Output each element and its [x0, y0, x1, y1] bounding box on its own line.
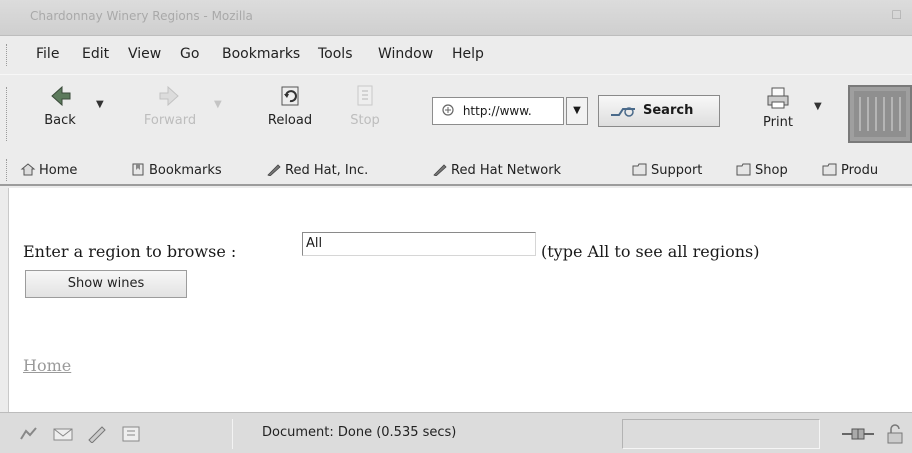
print-button[interactable]: Print — [748, 85, 808, 130]
title-bar: Chardonnay Winery Regions - Mozilla ☐ — [0, 0, 912, 36]
search-label: Search — [643, 103, 694, 118]
stop-button[interactable]: Stop — [340, 83, 390, 128]
menu-help[interactable]: Help — [452, 46, 484, 62]
throbber-logo[interactable] — [848, 85, 912, 143]
back-button[interactable]: Back — [30, 83, 90, 128]
print-label: Print — [763, 115, 793, 130]
folder-icon — [632, 163, 647, 176]
toolbar-grip[interactable] — [6, 159, 9, 181]
online-status-icon[interactable] — [840, 425, 876, 443]
stop-label: Stop — [350, 113, 380, 128]
personal-item-redhat-network[interactable]: Red Hat Network — [432, 162, 561, 178]
url-field[interactable]: http://www. — [432, 97, 564, 125]
personal-toolbar: Home Bookmarks Red Hat, Inc. Red Hat Net… — [0, 154, 912, 186]
security-lock-icon[interactable] — [884, 423, 906, 445]
mozilla-logo-icon — [854, 91, 906, 137]
print-dropdown-icon[interactable]: ▼ — [814, 101, 822, 112]
region-hint: (type All to see all regions) — [541, 242, 760, 261]
window-title: Chardonnay Winery Regions - Mozilla — [30, 9, 253, 23]
personal-item-label: Produ — [841, 163, 879, 178]
menu-tools[interactable]: Tools — [318, 46, 353, 62]
page-content: Enter a region to browse : All (type All… — [8, 188, 912, 412]
menu-go[interactable]: Go — [180, 46, 199, 62]
personal-item-shop[interactable]: Shop — [736, 162, 788, 178]
page-proxy-icon — [442, 104, 454, 116]
forward-dropdown-icon[interactable]: ▼ — [214, 99, 222, 110]
progress-meter — [622, 419, 820, 449]
status-bar: Document: Done (0.535 secs) — [0, 412, 912, 453]
window-controls-icon[interactable]: ☐ — [891, 8, 902, 22]
personal-item-home[interactable]: Home — [20, 162, 77, 178]
menu-window[interactable]: Window — [378, 46, 433, 62]
link-icon — [433, 164, 447, 176]
home-icon — [20, 163, 36, 176]
toolbar-grip[interactable] — [6, 87, 9, 141]
menu-file[interactable]: File — [36, 46, 59, 62]
composer-icon[interactable] — [86, 425, 108, 443]
show-wines-button[interactable]: Show wines — [25, 270, 187, 298]
reload-label: Reload — [267, 113, 313, 128]
browser-window: Chardonnay Winery Regions - Mozilla ☐ Fi… — [0, 0, 912, 453]
reload-icon — [281, 86, 299, 106]
url-dropdown-icon[interactable]: ▼ — [566, 97, 588, 125]
personal-item-bookmarks[interactable]: Bookmarks — [130, 162, 222, 178]
status-divider — [232, 419, 233, 449]
personal-item-label: Bookmarks — [149, 163, 222, 178]
region-input[interactable]: All — [302, 232, 536, 256]
back-dropdown-icon[interactable]: ▼ — [96, 99, 104, 110]
personal-item-redhat[interactable]: Red Hat, Inc. — [266, 162, 368, 178]
link-icon — [267, 164, 281, 176]
search-button[interactable]: Search — [598, 95, 720, 127]
back-label: Back — [44, 113, 76, 128]
folder-icon — [736, 163, 751, 176]
mail-icon[interactable] — [52, 425, 74, 443]
home-link[interactable]: Home — [23, 356, 71, 375]
forward-label: Forward — [143, 113, 197, 128]
address-book-icon[interactable] — [120, 425, 142, 443]
reload-button[interactable]: Reload — [250, 83, 330, 128]
menu-edit[interactable]: Edit — [82, 46, 109, 62]
stop-icon — [357, 85, 373, 106]
toolbar-grip[interactable] — [6, 44, 9, 66]
forward-arrow-icon — [159, 85, 179, 107]
personal-item-label: Red Hat Network — [451, 163, 562, 178]
region-prompt: Enter a region to browse : — [23, 242, 237, 261]
menu-view[interactable]: View — [128, 46, 161, 62]
folder-icon — [822, 163, 837, 176]
back-arrow-icon — [51, 85, 71, 107]
personal-item-label: Shop — [755, 163, 788, 178]
search-icon — [611, 107, 635, 117]
personal-item-products[interactable]: Produ — [822, 162, 878, 178]
bookmarks-icon — [132, 163, 144, 176]
personal-item-label: Home — [39, 163, 78, 178]
printer-icon — [767, 87, 789, 109]
forward-button[interactable]: Forward — [130, 83, 210, 128]
navigation-toolbar: Back ▼ Forward ▼ Reload Stop http://www.… — [0, 74, 912, 154]
url-text: http://www. — [462, 104, 532, 118]
personal-item-label: Red Hat, Inc. — [285, 163, 369, 178]
menu-bar: File Edit View Go Bookmarks Tools Window… — [0, 36, 912, 74]
status-text: Document: Done (0.535 secs) — [262, 425, 457, 440]
navigator-icon[interactable] — [18, 425, 40, 443]
personal-item-label: Support — [651, 163, 703, 178]
personal-item-support[interactable]: Support — [632, 162, 702, 178]
menu-bookmarks[interactable]: Bookmarks — [222, 46, 300, 62]
